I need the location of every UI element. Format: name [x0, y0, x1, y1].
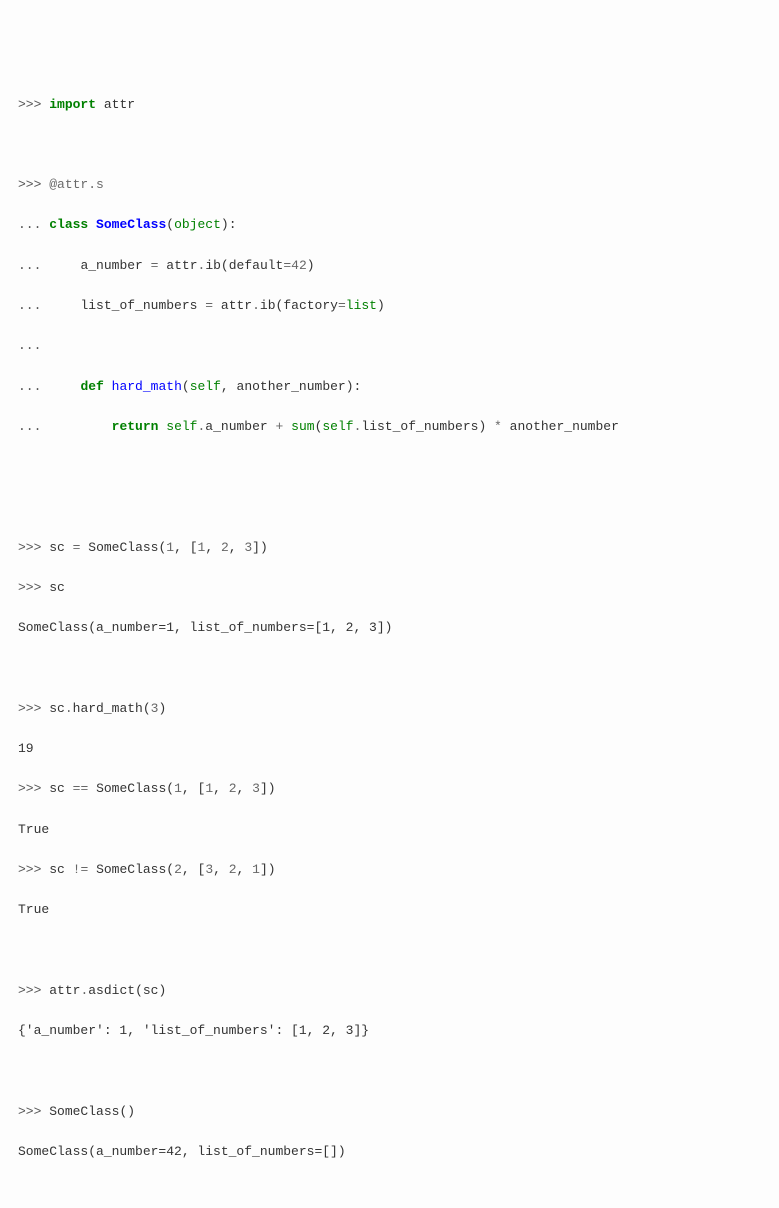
- prompt: >>>: [18, 97, 49, 112]
- module-name: attr: [104, 97, 135, 112]
- code-line: ... def hard_math(self, another_number):: [18, 377, 761, 397]
- code-line: ... class SomeClass(object):: [18, 215, 761, 235]
- code-line: >>> sc = SomeClass(1, [1, 2, 3]): [18, 538, 761, 558]
- code-line: ... list_of_numbers = attr.ib(factory=li…: [18, 296, 761, 316]
- prompt-cont: ...: [18, 298, 49, 313]
- keyword-return: return: [112, 419, 159, 434]
- output-line: SomeClass(a_number=42, list_of_numbers=[…: [18, 1142, 761, 1162]
- blank-line: [18, 457, 761, 477]
- code-line: >>> attr.asdict(sc): [18, 981, 761, 1001]
- prompt: >>>: [18, 540, 49, 555]
- keyword-class: class: [49, 217, 88, 232]
- code-line: >>> sc.hard_math(3): [18, 699, 761, 719]
- prompt: >>>: [18, 983, 49, 998]
- keyword-import: import: [49, 97, 96, 112]
- number: 42: [291, 258, 307, 273]
- prompt-cont: ...: [18, 419, 49, 434]
- prompt: >>>: [18, 580, 49, 595]
- func-name: hard_math: [112, 379, 182, 394]
- code-line: >>> sc: [18, 578, 761, 598]
- prompt-cont: ...: [18, 258, 49, 273]
- code-line: ... a_number = attr.ib(default=42): [18, 256, 761, 276]
- space: [96, 97, 104, 112]
- prompt-cont: ...: [18, 379, 49, 394]
- code-line: >>> import attr: [18, 95, 761, 115]
- prompt-cont: ...: [18, 217, 49, 232]
- attr-name: list_of_numbers: [80, 298, 197, 313]
- output-line: SomeClass(a_number=1, list_of_numbers=[1…: [18, 618, 761, 638]
- prompt: >>>: [18, 701, 49, 716]
- attr-name: a_number: [80, 258, 142, 273]
- builtin-list: list: [346, 298, 377, 313]
- output-line: {'a_number': 1, 'list_of_numbers': [1, 2…: [18, 1021, 761, 1041]
- prompt: >>>: [18, 1104, 49, 1119]
- blank-line: [18, 1061, 761, 1081]
- code-line: >>> SomeClass(): [18, 1102, 761, 1122]
- prompt: >>>: [18, 781, 49, 796]
- code-line: ... return self.a_number + sum(self.list…: [18, 417, 761, 437]
- builtin-sum: sum: [291, 419, 314, 434]
- builtin-object: object: [174, 217, 221, 232]
- class-name: SomeClass: [96, 217, 166, 232]
- code-line: >>> sc != SomeClass(2, [3, 2, 1]): [18, 860, 761, 880]
- decorator: @attr.s: [49, 177, 104, 192]
- prompt-cont: ...: [18, 338, 49, 353]
- code-line: ...: [18, 336, 761, 356]
- blank-line: [18, 940, 761, 960]
- keyword-def: def: [80, 379, 103, 394]
- blank-line: [18, 497, 761, 517]
- output-line: True: [18, 900, 761, 920]
- prompt: >>>: [18, 177, 49, 192]
- blank-line: [18, 135, 761, 155]
- code-line: >>> sc == SomeClass(1, [1, 2, 3]): [18, 779, 761, 799]
- blank-line: [18, 1182, 761, 1202]
- prompt: >>>: [18, 862, 49, 877]
- blank-line: [18, 659, 761, 679]
- code-line: >>> @attr.s: [18, 175, 761, 195]
- output-line: 19: [18, 739, 761, 759]
- output-line: True: [18, 820, 761, 840]
